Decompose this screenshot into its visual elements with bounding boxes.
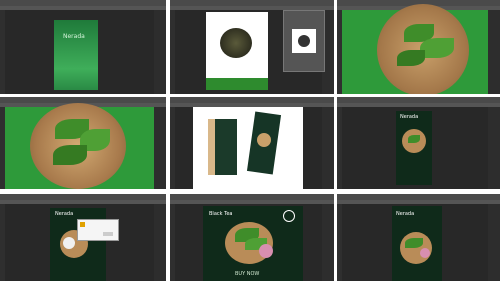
- leaf-shape: [420, 38, 454, 58]
- brand-label: Nerada: [400, 114, 419, 120]
- layers-panel[interactable]: [154, 107, 166, 189]
- screen-6-photoshop-window: Nerada: [337, 97, 500, 189]
- package-front-left: [215, 119, 237, 175]
- screen-1-photoshop-window: Nerada: [0, 0, 166, 94]
- pink-flower-image: [420, 248, 430, 258]
- screen-5-photoshop-window: [170, 97, 334, 189]
- green-strip: [206, 78, 268, 90]
- screen-2-photoshop-window: [170, 0, 334, 94]
- canvas-area: [342, 4, 488, 94]
- leaf-shape: [397, 50, 425, 66]
- screen-8-photoshop-window: Black Tea BUY NOW: [170, 194, 334, 281]
- layers-panel[interactable]: [488, 204, 500, 281]
- leaf-shape: [408, 135, 420, 143]
- flower-image: [63, 237, 75, 249]
- layers-panel[interactable]: [488, 10, 500, 94]
- canvas-area: Nerada: [5, 204, 154, 281]
- layers-panel[interactable]: [154, 10, 166, 94]
- dialog-warning-icon: [80, 222, 85, 227]
- leaf-shape: [53, 145, 87, 165]
- brand-label: Nerada: [396, 211, 415, 217]
- layers-panel[interactable]: [154, 204, 166, 281]
- layers-panel[interactable]: [488, 107, 500, 189]
- canvas-area: Nerada: [342, 107, 488, 189]
- pink-flower-image: [259, 244, 273, 258]
- canvas-area: Nerada: [342, 204, 488, 281]
- layers-panel[interactable]: [322, 204, 334, 281]
- green-poster-canvas[interactable]: [54, 20, 98, 90]
- screen-9-photoshop-window: Nerada: [337, 194, 500, 281]
- tea-pile-image: [220, 28, 252, 58]
- screen-7-photoshop-window: Nerada: [0, 194, 166, 281]
- canvas-area: [175, 10, 325, 94]
- checkmark-badge-icon: [283, 210, 295, 222]
- preview-dialog[interactable]: [283, 10, 325, 72]
- canvas-area: [175, 107, 322, 189]
- preview-tea-dot: [298, 35, 310, 47]
- package-label-circle: [257, 133, 271, 147]
- canvas-area: Black Tea BUY NOW: [175, 204, 322, 281]
- poster-tagline: Black Tea: [209, 211, 233, 217]
- brand-label: Nerada: [63, 33, 85, 40]
- canvas-area: Nerada: [5, 10, 154, 94]
- dialog-ok-button[interactable]: [103, 232, 113, 236]
- leaf-shape: [405, 238, 423, 248]
- screen-3-photoshop-window: [337, 0, 500, 94]
- canvas-area: [5, 103, 154, 189]
- buy-now-label: BUY NOW: [235, 271, 260, 277]
- screen-4-photoshop-window: [0, 97, 166, 189]
- layers-panel[interactable]: [322, 107, 334, 189]
- brand-label: Nerada: [55, 211, 74, 217]
